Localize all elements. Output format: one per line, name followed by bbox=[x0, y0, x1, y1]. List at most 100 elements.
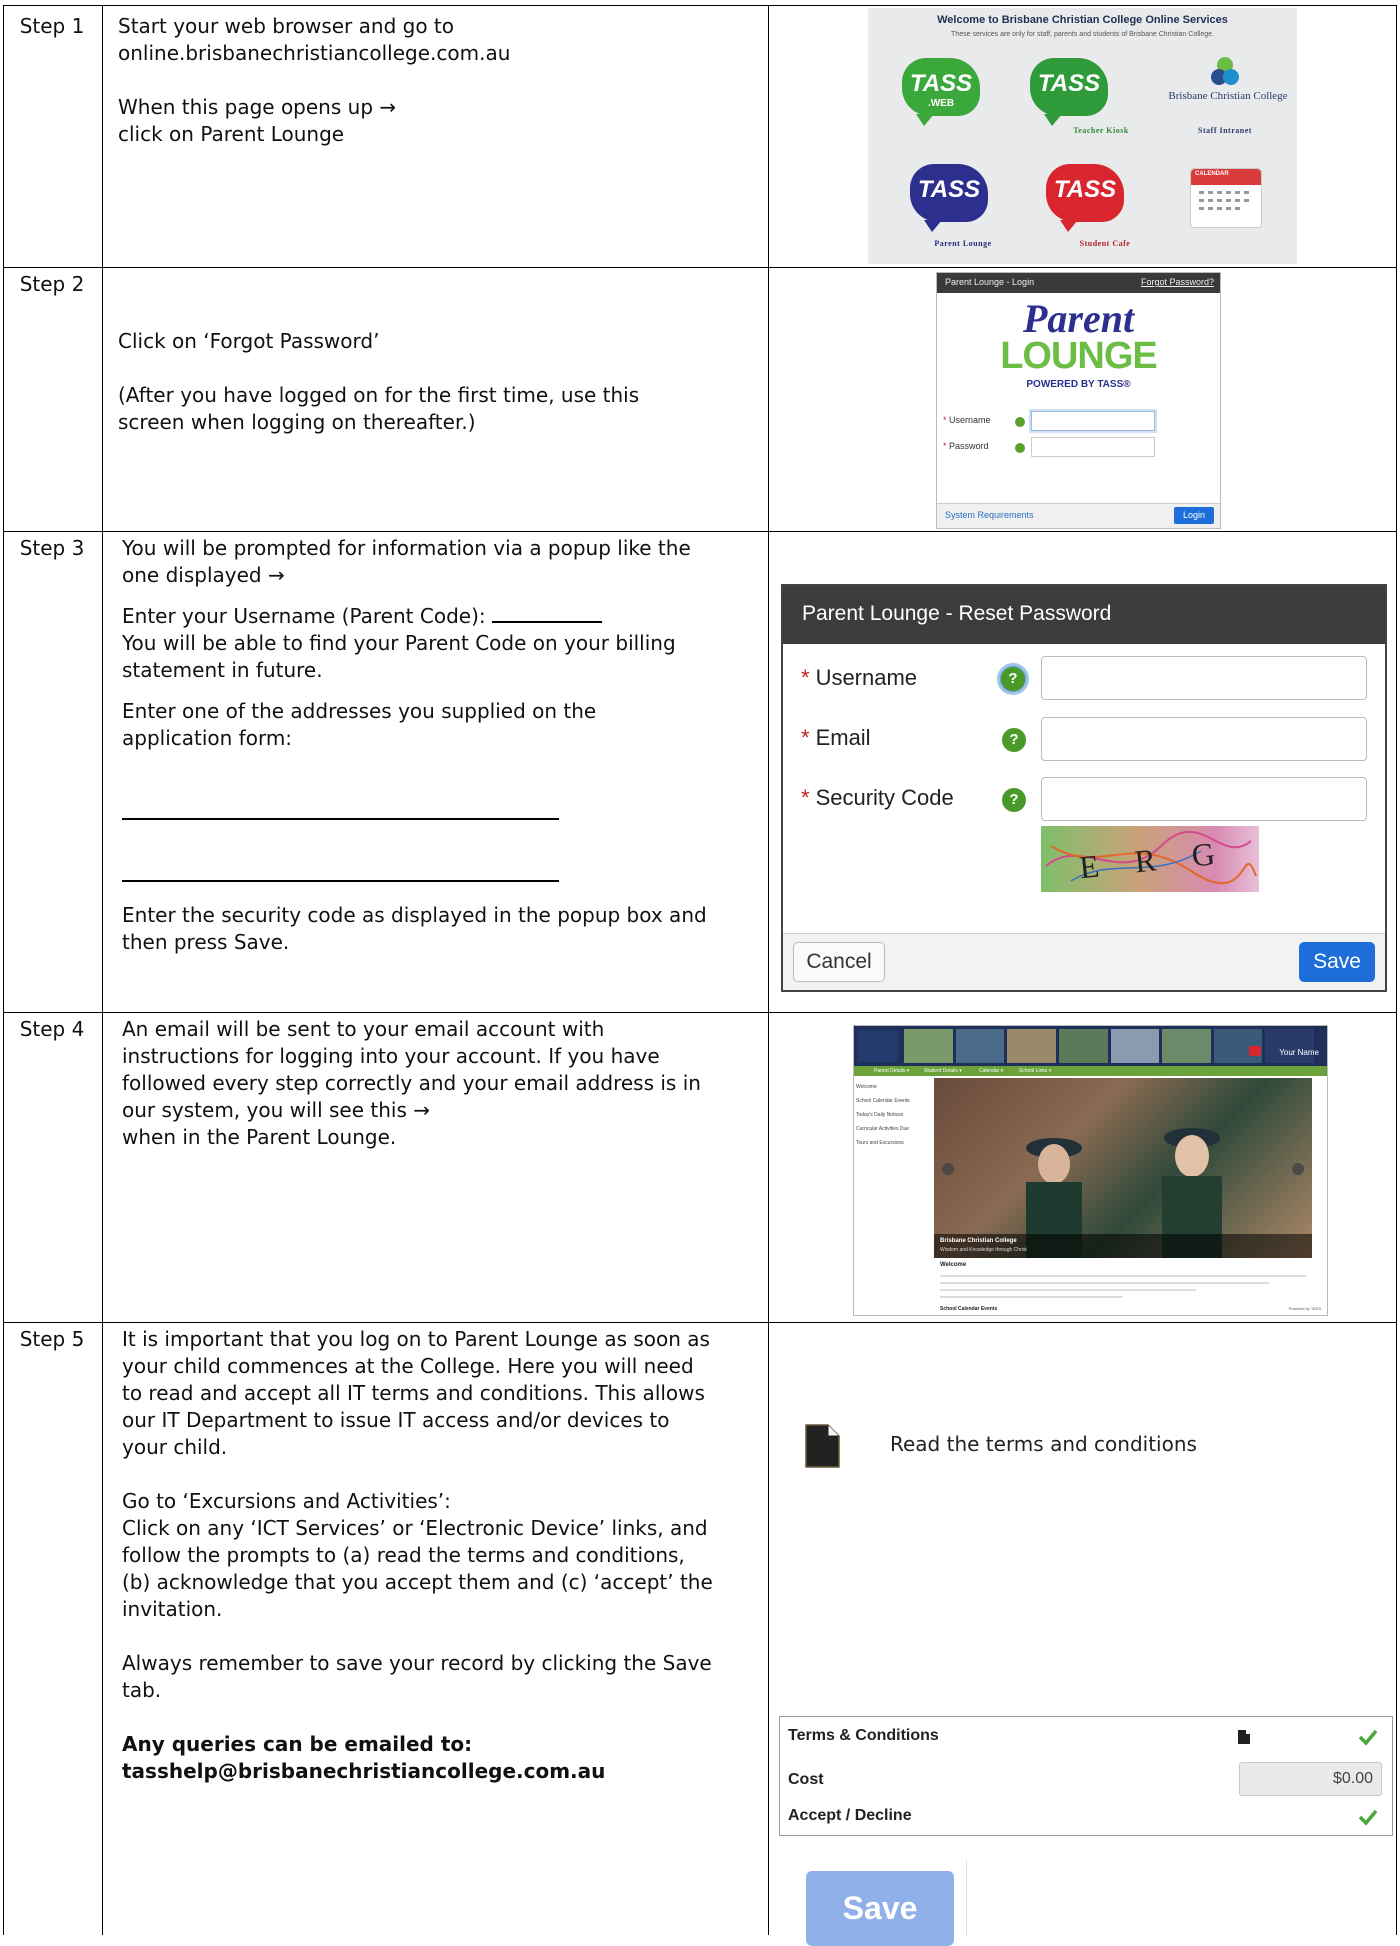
text-line: click on Parent Lounge bbox=[118, 122, 345, 146]
alert-badge[interactable] bbox=[1249, 1046, 1261, 1056]
nav-item[interactable]: School Links ▾ bbox=[1019, 1068, 1051, 1074]
lounge-banner: Your Name bbox=[854, 1026, 1327, 1066]
row-divider bbox=[3, 267, 1397, 268]
username-label: * Username bbox=[801, 665, 918, 690]
text-line: Enter one of the addresses you supplied … bbox=[122, 699, 597, 723]
side-menu-item[interactable]: School Calendar Events bbox=[856, 1098, 932, 1104]
parent-lounge-login-screenshot: Parent Lounge - Login Forgot Password? P… bbox=[936, 272, 1221, 529]
check-icon[interactable] bbox=[1358, 1807, 1378, 1827]
username-input[interactable] bbox=[1031, 411, 1155, 431]
text-line: An email will be sent to your email acco… bbox=[122, 1017, 605, 1041]
text-line: tab. bbox=[122, 1678, 162, 1702]
document-icon[interactable] bbox=[1237, 1729, 1251, 1749]
calendar-heading: School Calendar Events bbox=[940, 1306, 998, 1312]
text-line: Go to ‘Excursions and Activities’: bbox=[122, 1489, 451, 1513]
row-divider bbox=[3, 1012, 1397, 1013]
password-label: * Password bbox=[943, 441, 989, 451]
step-label: Step 1 bbox=[19, 14, 85, 38]
carousel-prev-icon[interactable] bbox=[942, 1163, 954, 1175]
text-line: instructions for logging into your accou… bbox=[122, 1044, 660, 1068]
help-icon[interactable] bbox=[1015, 417, 1025, 427]
nav-item[interactable]: Calendar ▾ bbox=[979, 1068, 1003, 1074]
step-2-text: Click on ‘Forgot Password’ (After you ha… bbox=[118, 328, 758, 436]
separator bbox=[966, 1860, 967, 1935]
terms-panel: Terms & Conditions Cost $0.00 Accept / D… bbox=[779, 1716, 1393, 1836]
step-3-text: You will be prompted for information via… bbox=[122, 535, 762, 956]
side-menu-item[interactable]: Welcome bbox=[856, 1084, 932, 1090]
dialog-title: Parent Lounge - Reset Password bbox=[802, 602, 1112, 625]
help-icon[interactable]: ? bbox=[1002, 728, 1026, 752]
welcome-body bbox=[940, 1272, 1306, 1303]
username-prompt: Enter your Username (Parent Code): bbox=[122, 603, 762, 630]
cost-field: $0.00 bbox=[1239, 1762, 1382, 1796]
calendar-icon[interactable]: CALENDAR bbox=[1190, 168, 1262, 228]
text-line: to read and accept all IT terms and cond… bbox=[122, 1381, 705, 1405]
step-label: Step 3 bbox=[19, 536, 85, 560]
dialog-footer: Cancel Save bbox=[783, 933, 1385, 990]
step-5-text: It is important that you log on to Paren… bbox=[122, 1326, 762, 1785]
login-button[interactable]: Login bbox=[1174, 507, 1214, 524]
blank-line bbox=[491, 603, 602, 623]
text-line: our system, you will see this → bbox=[122, 1098, 430, 1122]
college-logo-icon[interactable] bbox=[1208, 54, 1242, 88]
column-divider bbox=[102, 5, 103, 1935]
side-menu-item[interactable]: Tours and Excursions bbox=[856, 1140, 932, 1146]
text-line: one displayed → bbox=[122, 563, 285, 587]
tile-caption: Teacher Kiosk bbox=[1073, 126, 1129, 135]
nav-item[interactable]: Parent Details ▾ bbox=[874, 1068, 909, 1074]
help-icon[interactable] bbox=[1015, 443, 1025, 453]
reset-password-dialog-screenshot: Parent Lounge - Reset Password * Username… bbox=[781, 584, 1387, 992]
college-name: Brisbane Christian College bbox=[1168, 90, 1288, 102]
tass-teacher-kiosk-tile[interactable]: TASS bbox=[1030, 58, 1108, 126]
instruction-document: Step 1 Start your web browser and go to … bbox=[0, 0, 1400, 1946]
tass-parent-lounge-tile[interactable]: TASS bbox=[910, 164, 988, 232]
text-line: It is important that you log on to Paren… bbox=[122, 1327, 710, 1351]
text-line: your child. bbox=[122, 1435, 228, 1459]
security-code-input[interactable] bbox=[1041, 777, 1367, 821]
username-input[interactable] bbox=[1041, 656, 1367, 700]
portal-subtitle: These services are only for staff, paren… bbox=[951, 31, 1214, 38]
nav-item[interactable]: Student Details ▾ bbox=[924, 1068, 962, 1074]
text-line: Always remember to save your record by c… bbox=[122, 1651, 712, 1675]
terms-label: Terms & Conditions bbox=[788, 1727, 939, 1744]
text-line: When this page opens up → bbox=[118, 95, 397, 119]
support-email[interactable]: tasshelp@brisbanechristiancollege.com.au bbox=[122, 1758, 762, 1785]
text-line: Enter the security code as displayed in … bbox=[122, 903, 707, 927]
carousel-next-icon[interactable] bbox=[1292, 1163, 1304, 1175]
text-line: your child commences at the College. Her… bbox=[122, 1354, 694, 1378]
row-divider bbox=[3, 531, 1397, 532]
help-icon[interactable]: ? bbox=[1002, 788, 1026, 812]
captcha-image: E R G 8 bbox=[1041, 826, 1259, 892]
login-header: Parent Lounge - Login Forgot Password? bbox=[937, 273, 1220, 293]
column-divider bbox=[768, 5, 769, 1935]
text-line: invitation. bbox=[122, 1597, 223, 1621]
tass-student-cafe-tile[interactable]: TASS bbox=[1046, 164, 1124, 232]
text-line: our IT Department to issue IT access and… bbox=[122, 1408, 670, 1432]
side-menu-item[interactable]: Today's Daily Notices bbox=[856, 1112, 932, 1118]
side-menu: Welcome School Calendar Events Today's D… bbox=[856, 1080, 932, 1154]
system-requirements-link[interactable]: System Requirements bbox=[945, 510, 1034, 520]
text-line: then press Save. bbox=[122, 930, 290, 954]
step-1-text: Start your web browser and go to online.… bbox=[118, 13, 758, 148]
save-button[interactable]: Save bbox=[1299, 942, 1375, 982]
login-header-title: Parent Lounge - Login bbox=[945, 277, 1035, 287]
forgot-password-link[interactable]: Forgot Password? bbox=[1141, 277, 1214, 287]
portal-title: Welcome to Brisbane Christian College On… bbox=[937, 14, 1228, 26]
help-icon[interactable]: ? bbox=[1000, 666, 1026, 692]
side-menu-item[interactable]: Curricular Activities Due bbox=[856, 1126, 932, 1132]
document-icon[interactable] bbox=[803, 1424, 841, 1472]
security-code-label: * Security Code bbox=[801, 785, 954, 810]
hero-carousel: Brisbane Christian College Wisdom and Kn… bbox=[934, 1078, 1312, 1258]
cancel-button[interactable]: Cancel bbox=[793, 942, 885, 982]
read-terms-text: Read the terms and conditions bbox=[890, 1432, 1197, 1456]
email-input[interactable] bbox=[1041, 717, 1367, 761]
password-input[interactable] bbox=[1031, 437, 1155, 457]
user-name[interactable]: Your Name bbox=[1279, 1048, 1319, 1057]
tass-web-tile[interactable]: TASS .WEB bbox=[902, 58, 980, 126]
accept-decline-label: Accept / Decline bbox=[788, 1807, 912, 1824]
step-label: Step 4 bbox=[19, 1017, 85, 1041]
text-line: (b) acknowledge that you accept them and… bbox=[122, 1570, 713, 1594]
text-line: follow the prompts to (a) read the terms… bbox=[122, 1543, 685, 1567]
parent-lounge-home-screenshot: Your Name Parent Details ▾ Student Detai… bbox=[853, 1025, 1328, 1316]
step-4-text: An email will be sent to your email acco… bbox=[122, 1016, 762, 1151]
